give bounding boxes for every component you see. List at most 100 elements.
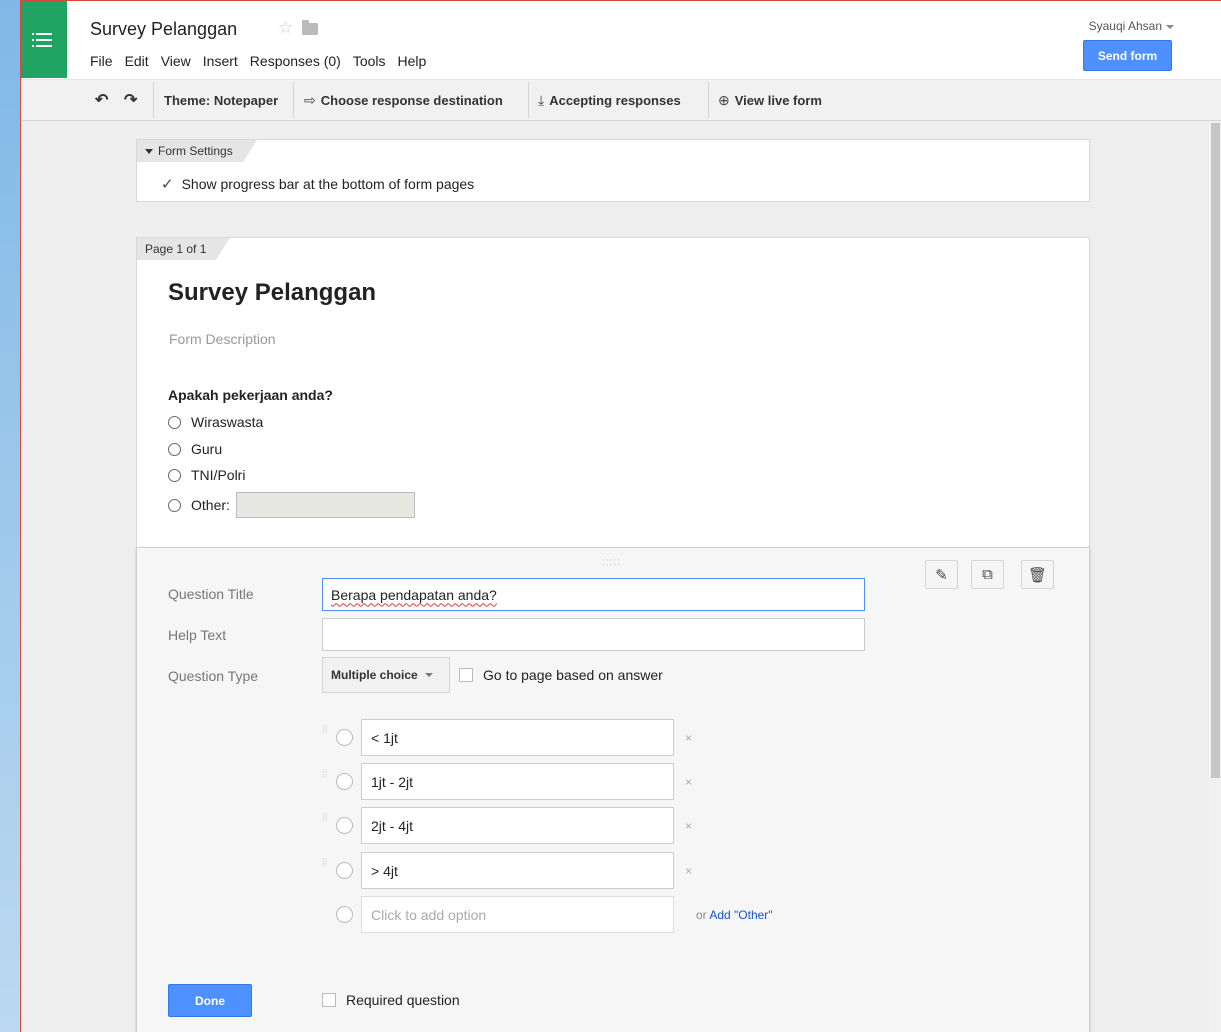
menu-responses[interactable]: Responses (0) xyxy=(250,53,341,69)
toolbar: ↶ ↷ Theme: Notepaper ⇨ Choose response de… xyxy=(21,79,1221,121)
checkmark-icon[interactable]: ✓ xyxy=(161,175,174,193)
radio-button[interactable] xyxy=(168,468,181,482)
duplicate-button[interactable]: ⧉ xyxy=(971,560,1004,589)
menu-bar: File Edit View Insert Responses (0) Tool… xyxy=(90,53,438,69)
page-indicator: Page 1 of 1 xyxy=(137,238,231,260)
radio-button xyxy=(336,906,353,923)
required-question-option[interactable]: Required question xyxy=(322,992,460,1008)
add-option-input[interactable]: Click to add option xyxy=(361,896,674,933)
radio-button[interactable] xyxy=(168,442,181,456)
star-icon[interactable]: ☆ xyxy=(278,18,293,38)
undo-button[interactable]: ↶ xyxy=(95,80,108,120)
accepting-responses-button[interactable]: ⤓ Accepting responses xyxy=(538,80,681,120)
help-text-label: Help Text xyxy=(168,627,227,643)
option-label: Wiraswasta xyxy=(191,414,264,430)
caret-down-icon xyxy=(145,148,153,154)
option-label: Other: xyxy=(191,497,230,513)
or-text: or xyxy=(696,907,707,922)
menu-tools[interactable]: Tools xyxy=(353,53,386,69)
form-description[interactable]: Form Description xyxy=(169,331,276,347)
menu-edit[interactable]: Edit xyxy=(125,53,149,69)
choice-option[interactable]: Guru xyxy=(168,441,222,457)
choice-input[interactable]: 1jt - 2jt xyxy=(361,763,674,800)
help-text-input[interactable] xyxy=(322,618,865,651)
go-to-page-label: Go to page based on answer xyxy=(483,667,663,683)
question-title[interactable]: Apakah pekerjaan anda? xyxy=(168,387,333,403)
go-to-page-option[interactable]: Go to page based on answer xyxy=(459,667,663,683)
choice-input[interactable]: 2jt - 4jt xyxy=(361,807,674,844)
chevron-down-icon xyxy=(424,673,433,677)
drag-grip-icon[interactable]: ⁞⁞ xyxy=(322,813,332,836)
question-title-input[interactable]: Berapa pendapatan anda? xyxy=(322,578,865,611)
done-button[interactable]: Done xyxy=(168,984,252,1017)
view-live-form-button[interactable]: ⊕ View live form xyxy=(718,80,822,120)
add-option-row: Click to add option or Add "Other" xyxy=(336,896,773,933)
form-settings-panel: Form Settings ✓ Show progress bar at the … xyxy=(136,139,1090,202)
edit-button[interactable]: ✎ xyxy=(925,560,958,589)
other-text-field[interactable] xyxy=(235,492,415,518)
choice-option-other[interactable]: Other: xyxy=(168,492,415,518)
radio-button xyxy=(336,862,353,879)
radio-button xyxy=(336,817,353,834)
question-title-label: Question Title xyxy=(168,586,254,602)
menu-file[interactable]: File xyxy=(90,53,113,69)
toolbar-divider xyxy=(293,82,294,118)
radio-button[interactable] xyxy=(168,415,181,429)
redo-button[interactable]: ↷ xyxy=(124,80,137,120)
choice-option[interactable]: Wiraswasta xyxy=(168,414,263,430)
go-to-page-checkbox[interactable] xyxy=(459,668,473,682)
header: Survey Pelanggan ☆ File Edit View Insert… xyxy=(21,1,1221,79)
toolbar-divider xyxy=(708,82,709,118)
chevron-down-icon xyxy=(1166,24,1174,29)
scrollbar-thumb[interactable] xyxy=(1211,123,1220,778)
drag-grip-icon[interactable]: ⁞⁞ xyxy=(322,725,332,748)
remove-choice-icon[interactable]: × xyxy=(685,819,692,833)
radio-button[interactable] xyxy=(168,498,181,512)
question-title-value: Berapa pendapatan anda? xyxy=(331,586,497,603)
response-destination-button[interactable]: ⇨ Choose response destination xyxy=(304,80,503,120)
duplicate-icon: ⧉ xyxy=(982,566,993,583)
menu-view[interactable]: View xyxy=(161,53,191,69)
download-tray-icon: ⤓ xyxy=(538,91,545,108)
forms-logo-icon[interactable] xyxy=(21,1,67,78)
required-label: Required question xyxy=(346,992,460,1008)
folder-icon[interactable] xyxy=(302,20,318,35)
choice-option[interactable]: TNI/Polri xyxy=(168,467,245,483)
toolbar-divider xyxy=(153,82,154,118)
undo-icon: ↶ xyxy=(95,92,109,109)
choice-input[interactable]: < 1jt xyxy=(361,719,674,756)
pencil-icon: ✎ xyxy=(935,566,948,584)
send-form-button[interactable]: Send form xyxy=(1083,40,1172,71)
question-type-select[interactable]: Multiple choice xyxy=(322,657,450,693)
required-checkbox[interactable] xyxy=(322,993,336,1007)
drag-grip-icon[interactable]: ⁞⁞ xyxy=(322,858,332,881)
progress-bar-option[interactable]: ✓ Show progress bar at the bottom of form… xyxy=(161,175,474,193)
theme-button[interactable]: Theme: Notepaper xyxy=(164,80,278,120)
vertical-scrollbar[interactable] xyxy=(1209,121,1221,1032)
form-settings-toggle[interactable]: Form Settings xyxy=(137,140,257,162)
add-other-link[interactable]: Add "Other" xyxy=(709,908,772,922)
question-type-label: Question Type xyxy=(168,668,259,684)
form-title[interactable]: Survey Pelanggan xyxy=(168,279,376,307)
drag-grip-icon[interactable]: ⁞⁞ xyxy=(322,769,332,792)
response-destination-label: Choose response destination xyxy=(320,92,503,108)
menu-insert[interactable]: Insert xyxy=(203,53,238,69)
remove-choice-icon[interactable]: × xyxy=(685,775,692,789)
remove-choice-icon[interactable]: × xyxy=(685,731,692,745)
remove-choice-icon[interactable]: × xyxy=(685,864,692,878)
accepting-responses-label: Accepting responses xyxy=(549,92,681,108)
question-type-value: Multiple choice xyxy=(331,668,418,682)
add-other-text: or Add "Other" xyxy=(696,908,773,922)
option-label: Guru xyxy=(191,441,223,457)
option-label: TNI/Polri xyxy=(191,467,246,483)
choice-input[interactable]: > 4jt xyxy=(361,852,674,889)
menu-help[interactable]: Help xyxy=(398,53,427,69)
delete-button[interactable]: 🗑 xyxy=(1021,560,1054,589)
radio-button xyxy=(336,773,353,790)
view-live-form-label: View live form xyxy=(734,92,822,108)
radio-button xyxy=(336,729,353,746)
toolbar-divider xyxy=(528,82,529,118)
user-account-menu[interactable]: Syauqi Ahsan xyxy=(1089,19,1174,33)
drag-handle-icon[interactable]: ::::: xyxy=(602,557,621,568)
document-title[interactable]: Survey Pelanggan xyxy=(90,19,237,40)
